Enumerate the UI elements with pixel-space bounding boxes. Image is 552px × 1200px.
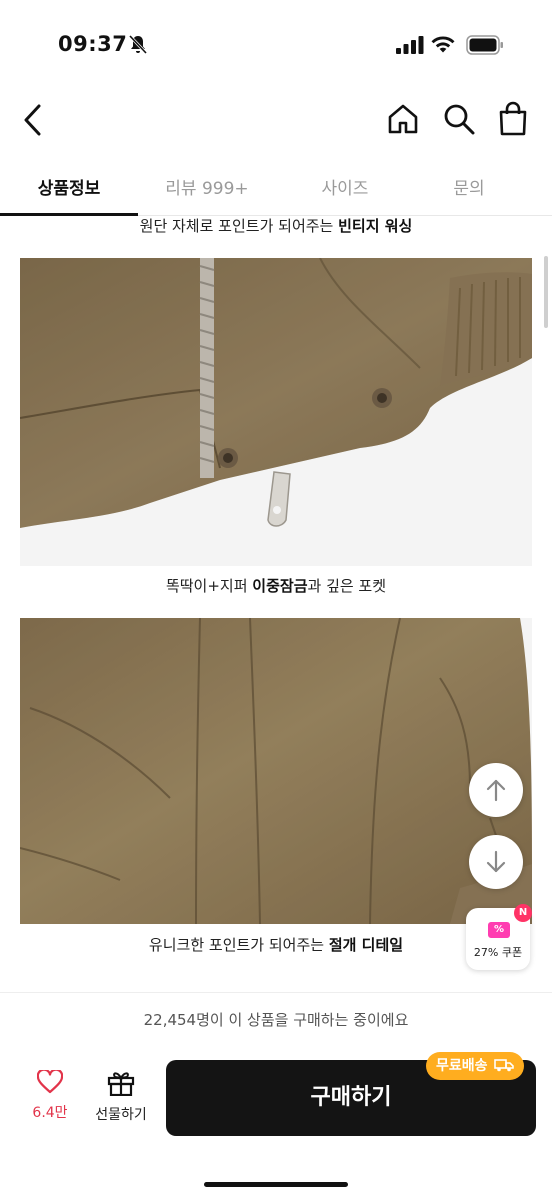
coupon-label: 27% 쿠폰	[473, 946, 523, 959]
buyers-count-banner: 22,454명이 이 상품을 구매하는 중이에요	[0, 992, 552, 1046]
caption-text: 똑딱이+지퍼	[165, 577, 253, 595]
caption-highlight: 절개 디테일	[328, 936, 404, 954]
status-time: 09:37	[58, 32, 128, 56]
app-header	[0, 90, 552, 156]
caption-highlight: 이중잠금	[252, 577, 308, 595]
caption-vintage: 원단 자체로 포인트가 되어주는 빈티지 워싱	[0, 215, 552, 236]
caption-zipper: 똑딱이+지퍼 이중잠금과 깊은 포켓	[0, 575, 552, 596]
product-tabs: 상품정보 리뷰 999+ 사이즈 문의	[0, 160, 552, 216]
coupon-button[interactable]: % 27% 쿠폰 N	[466, 904, 532, 970]
home-indicator	[204, 1182, 348, 1187]
heart-icon	[36, 1068, 64, 1094]
back-arrow-icon[interactable]	[18, 100, 50, 140]
shopping-bag-icon[interactable]	[496, 101, 530, 137]
bell-muted-icon	[128, 34, 148, 55]
gift-icon	[107, 1072, 135, 1097]
product-photo-panels	[20, 618, 532, 924]
home-icon[interactable]	[386, 102, 420, 136]
gift-button[interactable]: 선물하기	[88, 1070, 154, 1124]
scroll-indicator[interactable]	[544, 256, 548, 328]
bottom-action-bar: 6.4만 선물하기 구매하기 무료배송	[0, 1046, 552, 1166]
caption-text: 유니크한 포인트가 되어주는	[148, 936, 329, 954]
scroll-down-button[interactable]	[469, 835, 523, 889]
gift-label: 선물하기	[95, 1107, 147, 1123]
caption-text: 원단 자체로 포인트가 되어주는	[139, 217, 339, 235]
like-button[interactable]: 6.4만	[22, 1068, 78, 1122]
free-shipping-badge: 무료배송	[426, 1052, 525, 1080]
battery-icon	[466, 35, 503, 55]
product-photo-zipper	[20, 258, 532, 566]
tab-reviews[interactable]: 리뷰 999+	[138, 174, 276, 199]
caption-text: 과 깊은 포켓	[307, 577, 387, 595]
new-badge: N	[514, 904, 532, 922]
arrow-down-icon	[486, 850, 506, 873]
tab-product-info[interactable]: 상품정보	[0, 174, 138, 199]
cellular-signal-icon	[396, 36, 424, 54]
free-shipping-label: 무료배송	[436, 1058, 488, 1074]
arrow-up-icon	[486, 779, 506, 802]
tab-size[interactable]: 사이즈	[276, 174, 414, 199]
caption-highlight: 빈티지 워싱	[338, 217, 413, 235]
wifi-icon	[431, 36, 455, 53]
tab-inquiry[interactable]: 문의	[400, 174, 538, 199]
coupon-ticket-icon: %	[488, 922, 510, 938]
truck-icon	[494, 1059, 515, 1072]
status-bar: 09:37	[0, 0, 552, 90]
scroll-up-button[interactable]	[469, 763, 523, 817]
search-icon[interactable]	[442, 102, 476, 136]
like-count: 6.4만	[32, 1105, 68, 1121]
